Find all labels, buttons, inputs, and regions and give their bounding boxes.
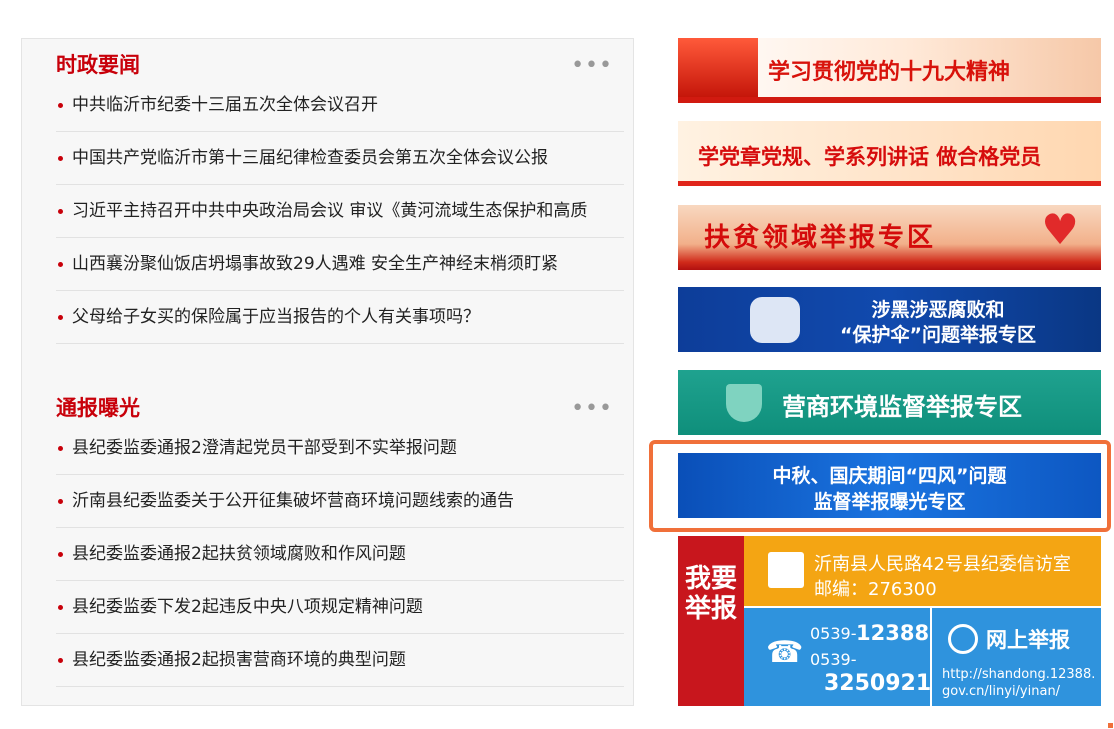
- shield-icon: [726, 384, 762, 422]
- phone-prefix: 0539-: [810, 650, 857, 669]
- report-address: 沂南县人民路42号县纪委信访室: [814, 554, 1071, 575]
- report-label: 我要举报: [678, 536, 744, 706]
- banner-party-learning[interactable]: 学党章党规、学系列讲话 做合格党员: [678, 121, 1101, 186]
- banner-text: 营商环境监督举报专区: [782, 393, 1022, 421]
- news-item[interactable]: 中国共产党临沂市第十三届纪律检查委员会第五次全体会议公报: [56, 132, 624, 185]
- news-panel: 时政要闻 ••• 中共临沂市纪委十三届五次全体会议召开 中国共产党临沂市第十三届…: [21, 38, 634, 706]
- section-title-exposure: 通报曝光: [56, 396, 140, 420]
- news-item[interactable]: 中共临沂市纪委十三届五次全体会议召开: [56, 79, 624, 132]
- phone-number: 3250921: [824, 671, 932, 696]
- politics-news-list: 中共临沂市纪委十三届五次全体会议召开 中国共产党临沂市第十三届纪律检查委员会第五…: [56, 79, 624, 344]
- banner-text: 涉黑涉恶腐败和: [871, 299, 1005, 321]
- more-icon[interactable]: •••: [571, 55, 613, 77]
- highlight-frame: [649, 440, 1111, 532]
- tiananmen-icon: [678, 38, 758, 97]
- phone-prefix: 0539-: [810, 624, 857, 643]
- more-icon[interactable]: •••: [571, 398, 613, 420]
- banner-text: 学党章党规、学系列讲话 做合格党员: [698, 145, 1042, 169]
- banner-study-congress[interactable]: 学习贯彻党的十九大精神: [678, 38, 1101, 103]
- phone-icon: ☎: [766, 635, 804, 670]
- banner-text: 学习贯彻党的十九大精神: [768, 59, 1011, 85]
- scroll-marker: [1108, 723, 1113, 728]
- online-report-title: 网上举报: [986, 628, 1070, 652]
- fist-icon: [750, 297, 800, 343]
- news-item[interactable]: 山西襄汾聚仙饭店坍塌事故致29人遇难 安全生产神经末梢须盯紧: [56, 238, 624, 291]
- news-item[interactable]: 县纪委监委通报2澄清起党员干部受到不实举报问题: [56, 422, 624, 475]
- banner-gang-crime-report[interactable]: 涉黑涉恶腐败和 “保护伞”问题举报专区: [678, 287, 1101, 352]
- report-online-box[interactable]: 网上举报 http://shandong.12388.gov.cn/linyi/…: [932, 608, 1101, 706]
- news-item[interactable]: 县纪委监委下发2起违反中央八项规定精神问题: [56, 581, 624, 634]
- exposure-news-list: 县纪委监委通报2澄清起党员干部受到不实举报问题 沂南县纪委监委关于公开征集破坏营…: [56, 422, 624, 687]
- report-mail-box[interactable]: 沂南县人民路42号县纪委信访室 邮编：276300: [744, 536, 1101, 606]
- news-item[interactable]: 父母给子女买的保险属于应当报告的个人有关事项吗？: [56, 291, 624, 344]
- heart-icon: ♥: [1041, 205, 1079, 254]
- banner-poverty-report[interactable]: 扶贫领域举报专区 ♥: [678, 205, 1101, 270]
- report-postcode: 邮编：276300: [814, 579, 937, 600]
- section-title-politics: 时政要闻: [56, 53, 140, 77]
- banner-business-environment[interactable]: 营商环境监督举报专区: [678, 370, 1101, 435]
- banner-text: 扶贫领域举报专区: [704, 223, 937, 253]
- mail-icon: [768, 552, 804, 588]
- news-item[interactable]: 沂南县纪委监委关于公开征集破坏营商环境问题线索的通告: [56, 475, 624, 528]
- news-item[interactable]: 县纪委监委通报2起损害营商环境的典型问题: [56, 634, 624, 687]
- online-report-url[interactable]: http://shandong.12388.gov.cn/linyi/yinan…: [942, 666, 1098, 700]
- globe-icon: [948, 624, 978, 654]
- banner-text: “保护伞”问题举报专区: [840, 324, 1036, 346]
- news-item[interactable]: 习近平主持召开中共中央政治局会议 审议《黄河流域生态保护和高质: [56, 185, 624, 238]
- report-vertical-text: 我要举报: [684, 564, 737, 624]
- report-box: 我要举报 沂南县人民路42号县纪委信访室 邮编：276300 ☎ 0539- 1…: [678, 536, 1101, 706]
- phone-number: 12388: [856, 621, 930, 645]
- report-phone-box[interactable]: ☎ 0539- 12388 0539- 3250921: [744, 608, 932, 706]
- news-item[interactable]: 县纪委监委通报2起扶贫领域腐败和作风问题: [56, 528, 624, 581]
